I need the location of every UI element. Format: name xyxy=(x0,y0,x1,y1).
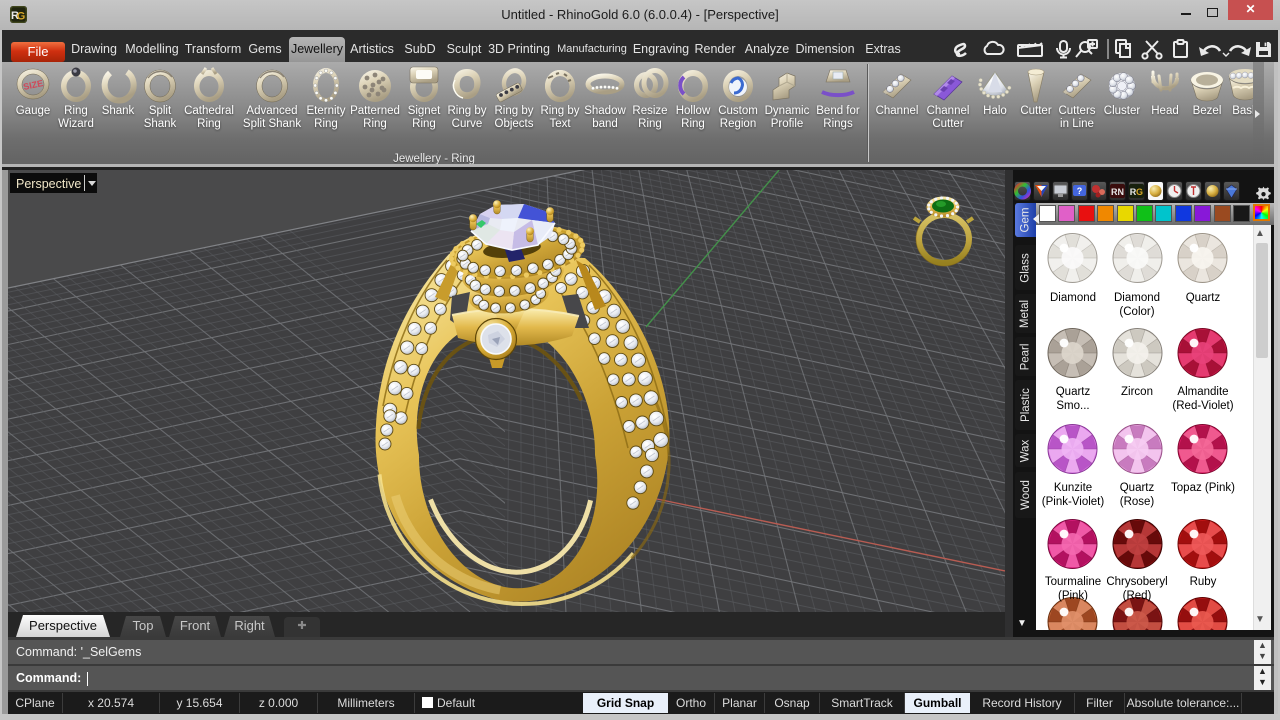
svg-text:RN: RN xyxy=(1111,187,1124,197)
svg-text:Perspective: Perspective xyxy=(16,177,81,191)
svg-text:SIZE: SIZE xyxy=(22,78,44,92)
svg-text:G: G xyxy=(1136,187,1143,197)
svg-text:?: ? xyxy=(1077,186,1083,196)
